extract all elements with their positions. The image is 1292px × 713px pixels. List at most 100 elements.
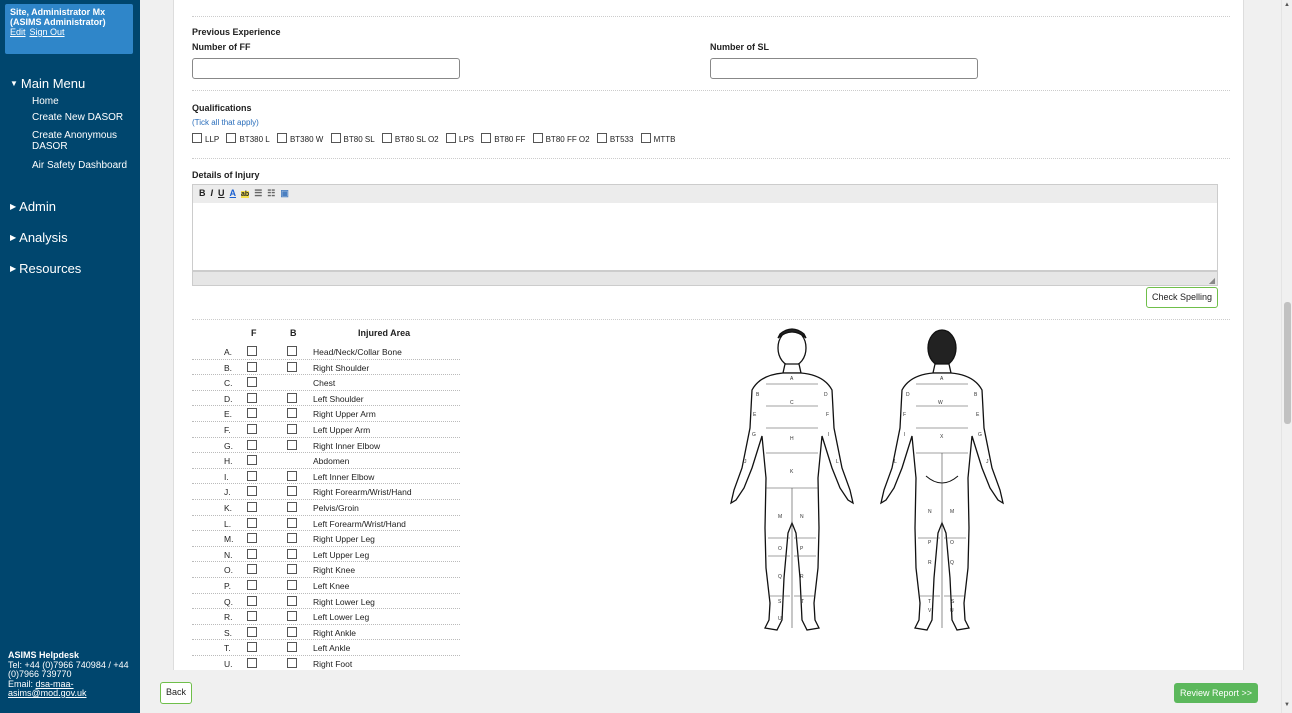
admin-menu-toggle[interactable]: ▶ Admin — [10, 199, 56, 214]
main-menu-toggle[interactable]: ▼ Main Menu — [10, 76, 85, 91]
analysis-menu-toggle[interactable]: ▶ Analysis — [10, 230, 68, 245]
underline-button[interactable]: U — [218, 188, 225, 198]
injury-area-label: Right Knee — [313, 565, 356, 576]
resources-menu-toggle[interactable]: ▶ Resources — [10, 261, 81, 276]
front-checkbox[interactable] — [247, 392, 257, 403]
back-checkbox[interactable] — [287, 502, 297, 512]
qual-checkbox[interactable] — [330, 133, 341, 143]
front-checkbox[interactable] — [247, 533, 257, 544]
front-checkbox[interactable] — [247, 517, 257, 528]
back-checkbox[interactable] — [287, 533, 297, 544]
back-checkbox[interactable] — [287, 424, 297, 434]
scrollbar-thumb[interactable] — [1284, 302, 1291, 424]
qual-label: LLP — [205, 135, 220, 144]
front-checkbox[interactable] — [247, 502, 257, 512]
front-checkbox[interactable] — [247, 611, 257, 622]
back-checkbox[interactable] — [287, 361, 297, 372]
injury-row-letter: M. — [224, 534, 234, 545]
menu-item-create-anonymous-dasor[interactable]: Create Anonymous DASOR — [32, 130, 132, 152]
back-checkbox[interactable] — [287, 564, 297, 575]
back-checkbox[interactable] — [287, 517, 297, 528]
menu-item-create-new-dasor[interactable]: Create New DASOR — [32, 112, 132, 123]
injury-details-editor[interactable] — [192, 203, 1218, 271]
back-button[interactable]: Back — [160, 682, 192, 704]
injury-area-label: Left Shoulder — [313, 393, 364, 404]
front-checkbox[interactable] — [247, 408, 257, 419]
svg-text:U: U — [950, 608, 954, 614]
injury-area-label: Right Foot — [313, 659, 353, 669]
back-checkbox[interactable] — [287, 611, 297, 622]
front-checkbox[interactable] — [247, 548, 257, 559]
qual-checkbox[interactable] — [532, 133, 543, 143]
bullet-list-icon[interactable]: ☰ — [254, 188, 262, 198]
check-spelling-button[interactable]: Check Spelling — [1146, 287, 1218, 308]
qual-checkbox[interactable] — [445, 133, 456, 143]
back-checkbox[interactable] — [287, 595, 297, 606]
front-checkbox[interactable] — [247, 470, 257, 481]
number-ff-input[interactable] — [192, 58, 460, 79]
front-checkbox[interactable] — [247, 580, 257, 590]
paste-icon[interactable]: ▣ — [280, 188, 289, 198]
front-checkbox[interactable] — [247, 361, 257, 372]
menu-item-air-safety-dashboard[interactable]: Air Safety Dashboard — [32, 160, 132, 171]
injury-area-label: Right Ankle — [313, 627, 356, 638]
previous-experience-heading: Previous Experience — [192, 27, 281, 37]
qual-checkbox[interactable] — [226, 133, 237, 143]
svg-text:U: U — [778, 616, 782, 622]
bold-button[interactable]: B — [199, 188, 206, 198]
back-checkbox[interactable] — [287, 642, 297, 653]
injury-row: I. Left Inner Elbow — [192, 469, 460, 485]
injury-row-letter: U. — [224, 659, 233, 669]
front-checkbox[interactable] — [247, 595, 257, 606]
number-sl-input[interactable] — [710, 58, 978, 79]
numbered-list-icon[interactable]: ☷ — [267, 188, 275, 198]
back-checkbox[interactable] — [287, 658, 297, 668]
italic-button[interactable]: I — [211, 188, 214, 198]
front-checkbox[interactable] — [247, 455, 257, 466]
front-checkbox[interactable] — [247, 642, 257, 653]
back-checkbox[interactable] — [287, 439, 297, 450]
review-report-button[interactable]: Review Report >> — [1174, 683, 1258, 703]
back-checkbox[interactable] — [287, 392, 297, 403]
sign-out-link[interactable]: Sign Out — [30, 27, 65, 37]
helpdesk-tel: Tel: +44 (0)7966 740984 / +44 (0)7966 73… — [8, 659, 129, 679]
back-checkbox[interactable] — [287, 580, 297, 590]
front-checkbox[interactable] — [247, 564, 257, 575]
qual-checkbox[interactable] — [381, 133, 392, 143]
front-checkbox[interactable] — [247, 424, 257, 434]
font-color-button[interactable]: A — [230, 188, 237, 198]
back-checkbox[interactable] — [287, 408, 297, 419]
editor-resize-bar[interactable]: ◢ — [192, 271, 1218, 286]
injury-area-label: Left Knee — [313, 581, 350, 591]
back-checkbox[interactable] — [287, 548, 297, 559]
front-checkbox[interactable] — [247, 486, 257, 497]
resize-handle-icon[interactable]: ◢ — [1209, 276, 1215, 285]
front-checkbox[interactable] — [247, 377, 257, 388]
injury-row: H. Abdomen — [192, 453, 460, 469]
injury-row: D. Left Shoulder — [192, 391, 460, 407]
back-checkbox[interactable] — [287, 470, 297, 481]
front-checkbox[interactable] — [247, 658, 257, 668]
page-scrollbar[interactable]: ▲ ▼ — [1281, 0, 1292, 713]
scroll-down-icon[interactable]: ▼ — [1284, 702, 1290, 708]
scroll-up-icon[interactable]: ▲ — [1284, 2, 1290, 8]
front-checkbox[interactable] — [247, 439, 257, 450]
edit-link[interactable]: Edit — [10, 27, 26, 37]
qual-checkbox[interactable] — [192, 133, 202, 143]
injury-row-letter: R. — [224, 612, 233, 623]
back-checkbox[interactable] — [287, 486, 297, 497]
back-checkbox[interactable] — [287, 626, 297, 637]
qual-checkbox[interactable] — [640, 133, 651, 143]
back-checkbox[interactable] — [287, 346, 297, 356]
qual-checkbox[interactable] — [481, 133, 492, 143]
svg-text:Q: Q — [950, 560, 954, 566]
injury-row-letter: C. — [224, 378, 233, 389]
highlight-button[interactable]: ab — [241, 191, 250, 198]
qual-checkbox[interactable] — [596, 133, 607, 143]
injury-row: S. Right Ankle — [192, 625, 460, 641]
front-checkbox[interactable] — [247, 346, 257, 356]
injury-row: E. Right Upper Arm — [192, 406, 460, 422]
qual-checkbox[interactable] — [276, 133, 287, 143]
menu-item-home[interactable]: Home — [32, 96, 132, 107]
front-checkbox[interactable] — [247, 626, 257, 637]
